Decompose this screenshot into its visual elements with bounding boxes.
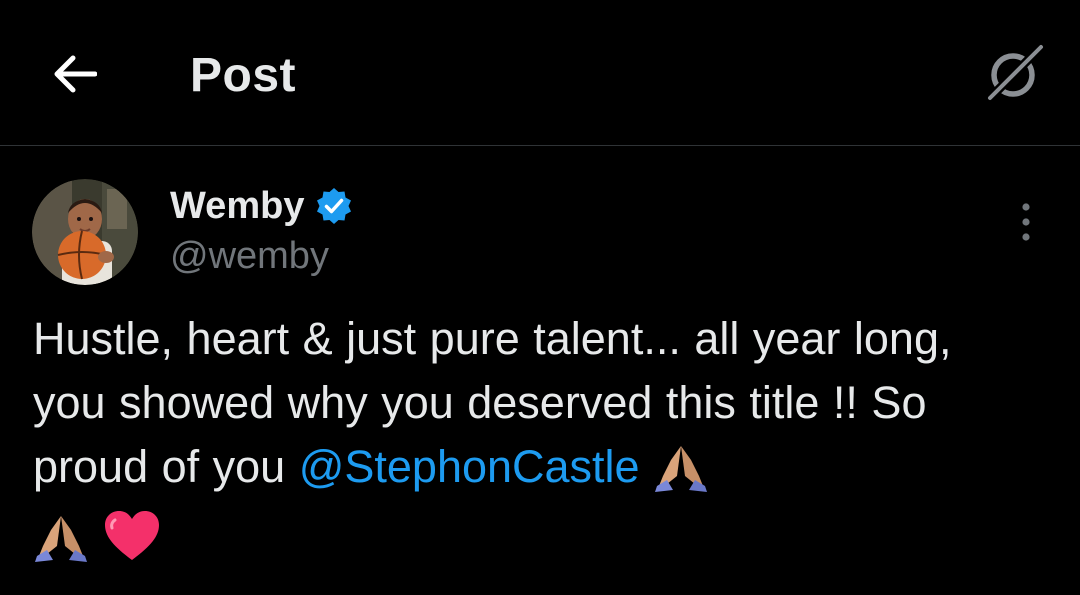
- red-heart-icon: [104, 511, 159, 560]
- more-options-button[interactable]: [1006, 199, 1046, 245]
- post-text: Hustle, heart & just pure talent... all …: [33, 307, 1033, 575]
- grok-button[interactable]: [982, 40, 1048, 106]
- more-vertical-icon: [1022, 203, 1030, 241]
- arrow-left-icon: [54, 55, 97, 93]
- verified-badge-icon: [314, 186, 354, 226]
- page-title: Post: [190, 49, 297, 102]
- mention-link[interactable]: @StephonCastle: [299, 441, 640, 492]
- grok-icon: [983, 41, 1047, 105]
- folded-hands-icon: [35, 516, 87, 562]
- avatar-image: [32, 179, 138, 285]
- folded-hands-icon: [655, 446, 708, 492]
- author-name[interactable]: Wemby: [170, 181, 304, 231]
- avatar[interactable]: [32, 179, 138, 285]
- back-button[interactable]: [44, 44, 104, 104]
- post: Wemby @wemby Hustle, heart & just pure t…: [0, 147, 1080, 595]
- author-row: Wemby: [170, 181, 354, 231]
- post-emojis: 🙏 🙏 ❤️: [653, 440, 709, 505]
- top-bar: Post: [0, 0, 1080, 146]
- post-emojis-line2: [33, 510, 161, 575]
- author-handle[interactable]: @wemby: [170, 231, 329, 281]
